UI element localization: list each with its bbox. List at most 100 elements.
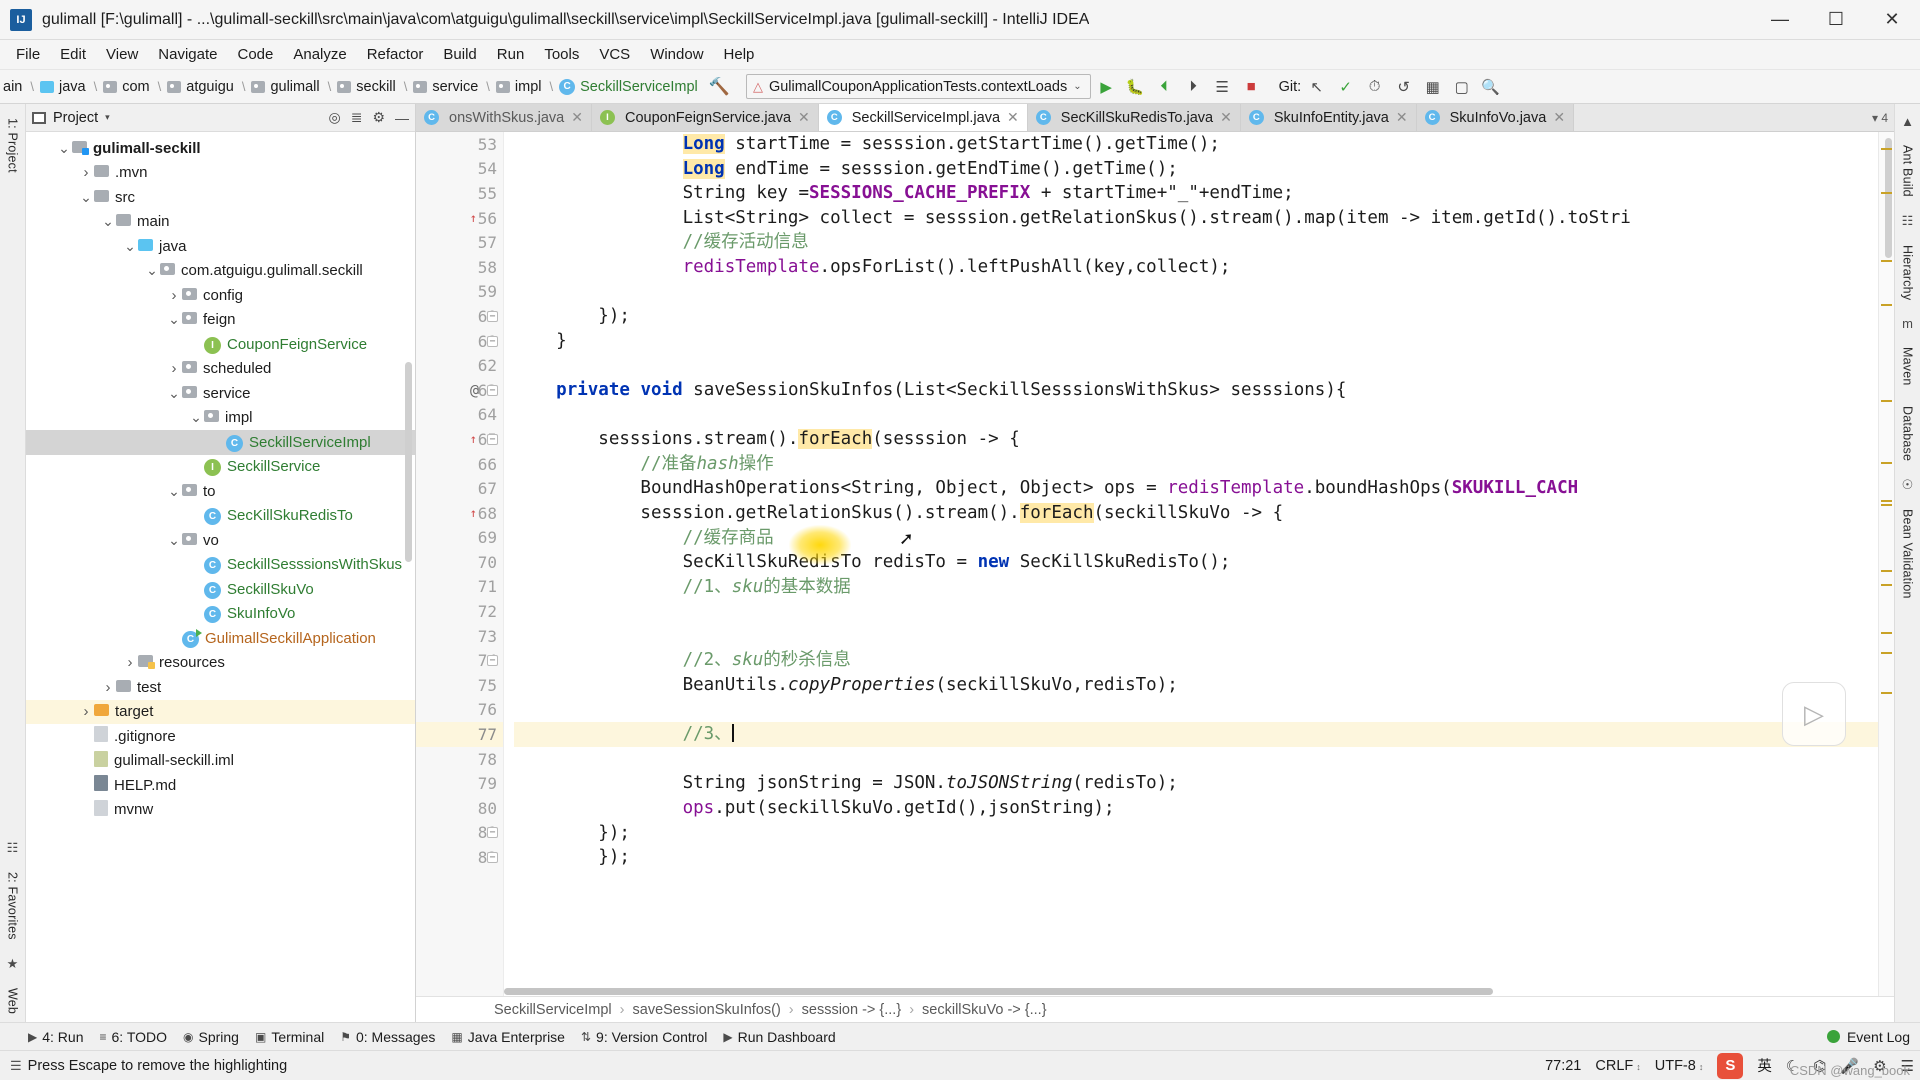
code-line-54[interactable]: Long endTime = sesssion.getEndTime().get… [514,157,1878,182]
chevron-right-icon[interactable]: › [122,654,138,671]
editor-breadcrumb-item[interactable]: SeckillServiceImpl [494,1002,612,1018]
line-number-66[interactable]: 66 [416,452,503,477]
menu-item-help[interactable]: Help [714,42,765,67]
editor-tab-overflow[interactable]: ▾ 4 [1866,104,1894,131]
sidebar-item-hierarchy[interactable]: Hierarchy [1898,237,1918,308]
error-marker-strip[interactable] [1878,132,1894,996]
tree-item-gulimall-seckill[interactable]: ⌄ gulimall-seckill [26,136,415,161]
editor-tab-skuinfovo-java[interactable]: C SkuInfoVo.java ✕ [1416,104,1575,131]
menu-item-build[interactable]: Build [433,42,486,67]
line-number-71[interactable]: 71 [416,575,503,600]
code-line-72[interactable] [514,599,1878,624]
chevron-down-icon[interactable]: ⌄ [122,238,138,255]
tree-item-seckillskuredisto[interactable]: C SecKillSkuRedisTo [26,504,415,529]
code-line-57[interactable]: //缓存活动信息 [514,230,1878,255]
sidebar-item-database[interactable]: Database [1898,398,1918,469]
line-number-74[interactable]: −74 [416,648,503,673]
line-number-73[interactable]: 73 [416,624,503,649]
warning-marker-tick[interactable] [1881,504,1892,506]
tool-window-4--run[interactable]: ▶ 4: Run [28,1029,83,1045]
tool-window-terminal[interactable]: ▣ Terminal [255,1029,324,1045]
menu-item-file[interactable]: File [6,42,50,67]
editor-tab-seckillserviceimpl-java[interactable]: C SeckillServiceImpl.java ✕ [818,104,1028,131]
profile-icon[interactable]: ⏵ [1180,73,1207,100]
code-line-81[interactable]: }); [514,821,1878,846]
chevron-right-icon[interactable]: › [100,679,116,696]
code-line-79[interactable]: String jsonString = JSON.toJSONString(re… [514,771,1878,796]
sidebar-item-project[interactable]: 1: Project [3,110,23,181]
tree-item-mvnw[interactable]: mvnw [26,798,415,823]
tree-item-gulimallseckillapplication[interactable]: C GulimallSeckillApplication [26,626,415,651]
stop-icon[interactable]: ■ [1238,73,1265,100]
code-line-80[interactable]: ops.put(seckillSkuVo.getId(),jsonString)… [514,796,1878,821]
navbar-crumb-seckillserviceimpl[interactable]: \ C SeckillServiceImpl [543,78,699,95]
code-line-55[interactable]: String key =SESSIONS_CACHE_PREFIX + star… [514,181,1878,206]
close-icon[interactable]: ✕ [1007,109,1019,126]
tree-item-main[interactable]: ⌄ main [26,210,415,235]
fold-toggle-icon[interactable]: − [487,827,498,839]
ant-icon[interactable]: ▲ [1901,110,1914,133]
sidebar-item-favorites[interactable]: 2: Favorites [3,864,23,948]
tree-item-scheduled[interactable]: › scheduled [26,357,415,382]
warning-marker-tick[interactable] [1881,500,1892,502]
line-number-53[interactable]: 53 [416,132,503,157]
navbar-crumb-gulimall[interactable]: \ gulimall [235,79,321,95]
tree-item-com-atguigu-gulimall-seckill[interactable]: ⌄ com.atguigu.gulimall.seckill [26,259,415,284]
tree-item-resources[interactable]: › resources [26,651,415,676]
code-line-63[interactable]: private void saveSessionSkuInfos(List<Se… [514,378,1878,403]
editor-breadcrumb-item[interactable]: sesssion -> {...} [802,1002,902,1018]
chevron-down-icon[interactable]: ⌄ [166,483,182,500]
warning-marker-icon[interactable]: ↑ [470,506,477,520]
sidebar-item-maven[interactable]: Maven [1898,339,1918,394]
code-line-68[interactable]: sesssion.getRelationSkus().stream().forE… [514,501,1878,526]
editor-horizontal-scrollbar-thumb[interactable] [504,988,1494,995]
tree-item-skuinfovo[interactable]: C SkuInfoVo [26,602,415,627]
code-line-74[interactable]: //2、sku的秒杀信息 [514,648,1878,673]
code-line-58[interactable]: redisTemplate.opsForList().leftPushAll(k… [514,255,1878,280]
tree-item-java[interactable]: ⌄ java [26,234,415,259]
code-line-82[interactable]: }); [514,845,1878,870]
chevron-right-icon[interactable]: › [78,164,94,181]
code-line-70[interactable]: SecKillSkuRedisTo redisTo = new SecKillS… [514,550,1878,575]
code-line-67[interactable]: BoundHashOperations<String, Object, Obje… [514,476,1878,501]
line-number-79[interactable]: 79 [416,771,503,796]
line-number-75[interactable]: 75 [416,673,503,698]
warning-marker-tick[interactable] [1881,632,1892,634]
toggle-layout-icon[interactable]: ▢ [1448,73,1475,100]
code-line-71[interactable]: //1、sku的基本数据 [514,575,1878,600]
sidebar-item-ant-build[interactable]: Ant Build [1898,137,1918,205]
memory-indicator-icon[interactable]: ☰ [10,1058,22,1074]
code-line-69[interactable]: //缓存商品 [514,526,1878,551]
line-number-69[interactable]: 69 [416,526,503,551]
warning-marker-icon[interactable]: ↑ [470,211,477,225]
tree-item--mvn[interactable]: › .mvn [26,161,415,186]
sidebar-item-web[interactable]: Web [3,980,23,1022]
warning-marker-tick[interactable] [1881,692,1892,694]
close-icon[interactable]: ✕ [1396,109,1408,126]
navbar-crumb-service[interactable]: \ service [397,79,480,95]
play-icon[interactable]: ▷ [1782,682,1846,746]
tree-item-vo[interactable]: ⌄ vo [26,528,415,553]
tree-item-to[interactable]: ⌄ to [26,479,415,504]
close-icon[interactable]: ✕ [1220,109,1232,126]
update-project-icon[interactable]: ↖ [1303,73,1330,100]
open-settings-icon[interactable]: ▦ [1419,73,1446,100]
line-number-81[interactable]: −81 [416,821,503,846]
minimize-button[interactable]: — [1752,0,1808,39]
navbar-crumb-impl[interactable]: \ impl [479,79,542,95]
line-number-63[interactable]: @−63 [416,378,503,403]
menu-item-code[interactable]: Code [227,42,283,67]
run-with-coverage-icon[interactable]: ⏴ [1151,73,1178,100]
tool-window-java-enterprise[interactable]: ▦ Java Enterprise [451,1029,565,1045]
ime-mode[interactable]: 英 [1757,1055,1772,1076]
menu-item-vcs[interactable]: VCS [589,42,640,67]
chevron-down-icon[interactable]: ⌄ [166,532,182,549]
chevron-down-icon[interactable]: ⌄ [166,385,182,402]
chevron-down-icon[interactable]: ⌄ [56,140,72,157]
commit-icon[interactable]: ✓ [1332,73,1359,100]
search-everywhere-icon[interactable]: 🔍 [1477,73,1504,100]
run-icon[interactable]: ▶ [1093,73,1120,100]
tree-item-target[interactable]: › target [26,699,415,724]
line-number-gutter[interactable]: 535455↑56575859−60−6162@−6364↑−656667↑68… [416,132,504,996]
fold-toggle-icon[interactable]: − [487,310,498,322]
